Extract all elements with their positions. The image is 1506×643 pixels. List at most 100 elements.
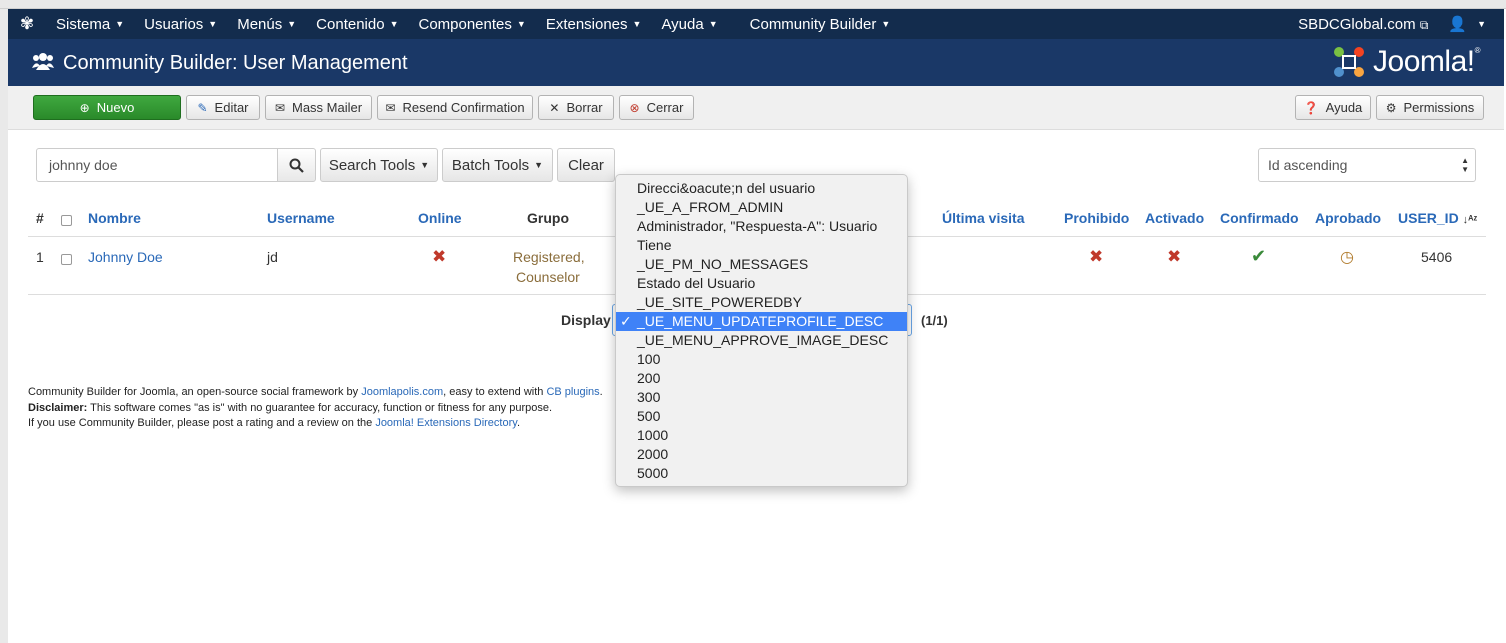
resend-confirmation-button[interactable]: ✉ Resend Confirmation [377,95,533,120]
nav-label: Menús [237,15,283,33]
banned-x-icon[interactable]: ✖ [1089,247,1103,267]
page-count: (1/1) [921,313,948,328]
confirmed-check-icon[interactable]: ✔ [1251,246,1266,267]
dropdown-option[interactable]: Tiene [616,236,907,255]
permissions-button[interactable]: ⚙ Permissions [1376,95,1484,120]
user-id-label: USER_ID [1398,210,1459,226]
nav-menus[interactable]: Menús ▼ [227,16,306,33]
close-button[interactable]: ⊗ Cerrar [619,95,694,120]
user-name-link[interactable]: Johnny Doe [88,249,163,265]
nav-usuarios[interactable]: Usuarios ▼ [134,16,227,33]
option-label: 2000 [637,446,669,462]
dropdown-option[interactable]: 100 [616,350,907,369]
extensions-directory-link[interactable]: Joomla! Extensions Directory [375,417,517,429]
new-button[interactable]: ⊕ Nuevo [33,95,181,120]
clear-button[interactable]: Clear [557,148,615,182]
checkmark-icon: ✓ [620,313,632,329]
edit-button[interactable]: ✎ Editar [186,95,260,120]
select-all-checkbox[interactable] [61,215,72,226]
left-window-edge [0,9,8,643]
nav-community-builder[interactable]: Community Builder ▼ [740,16,901,33]
option-label: Direcci&oacute;n del usuario [637,180,816,196]
browser-top-strip [0,0,1506,9]
search-button[interactable] [277,148,316,182]
help-button[interactable]: ❓ Ayuda [1295,95,1371,120]
option-label: 500 [637,408,661,424]
username-cell: jd [267,249,278,265]
nav-label: Ayuda [661,15,704,33]
footer-text: This software comes "as is" with no guar… [87,401,553,414]
row-num: 1 [36,249,44,265]
header-name[interactable]: Nombre [88,210,141,226]
disclaimer-label: Disclaimer: [28,401,88,414]
header-approved[interactable]: Aprobado [1315,210,1381,226]
edit-label: Editar [214,100,249,115]
caret-down-icon: ▼ [534,160,544,170]
header-activated[interactable]: Activado [1145,210,1204,226]
nav-sistema[interactable]: Sistema ▼ [46,16,134,33]
dropdown-option[interactable]: Administrador, "Respuesta-A": Usuario [616,217,907,236]
close-label: Cerrar [646,100,684,115]
nav-label: Componentes [418,15,512,33]
delete-button[interactable]: ✕ Borrar [538,95,614,120]
dropdown-option[interactable]: 5000 [616,464,907,483]
search-input[interactable]: johnny doe [36,148,278,182]
external-link-icon: ⧉ [1419,17,1429,32]
mass-mailer-button[interactable]: ✉ Mass Mailer [265,95,372,120]
dropdown-option[interactable]: _UE_PM_NO_MESSAGES [616,255,907,274]
dropdown-option[interactable]: 200 [616,369,907,388]
dropdown-option[interactable]: 1000 [616,426,907,445]
dropdown-option[interactable]: ✓ _UE_MENU_UPDATEPROFILE_DESC [616,312,907,331]
nav-ayuda[interactable]: Ayuda ▼ [651,16,727,33]
site-link[interactable]: SBDCGlobal.com ⧉ [1288,16,1438,33]
joomlapolis-link[interactable]: Joomlapolis.com [361,386,443,398]
caret-down-icon: ▼ [881,18,891,29]
search-tools-button[interactable]: Search Tools ▼ [320,148,438,182]
nav-label: Usuarios [144,15,204,33]
batch-tools-button[interactable]: Batch Tools ▼ [442,148,553,182]
delete-label: Borrar [566,100,603,115]
dropdown-option[interactable]: _UE_A_FROM_ADMIN [616,198,907,217]
footer-line-2: Disclaimer: This software comes "as is" … [28,401,603,417]
dropdown-option[interactable]: 300 [616,388,907,407]
dropdown-option[interactable]: _UE_SITE_POWEREDBY [616,293,907,312]
dropdown-option[interactable]: Estado del Usuario [616,274,907,293]
header-banned[interactable]: Prohibido [1064,210,1129,226]
footer-text: . [599,386,603,398]
search-icon [289,158,304,173]
dropdown-option[interactable]: _UE_MENU_APPROVE_IMAGE_DESC [616,331,907,350]
nav-extensiones[interactable]: Extensiones ▼ [536,16,652,33]
joomla-logo: Joomla!® [1331,44,1481,80]
joomla-logo-icon [1334,47,1365,77]
row-checkbox[interactable] [61,254,72,265]
joomla-menu-icon[interactable]: ✾ [8,14,46,34]
cb-plugins-link[interactable]: CB plugins [546,386,599,398]
nav-label: Extensiones [545,15,628,33]
permissions-label: Permissions [1403,100,1475,115]
option-label: 1000 [637,427,669,443]
user-menu[interactable]: 👤 ▼ [1438,15,1496,33]
dropdown-option[interactable]: 2000 [616,445,907,464]
header-username[interactable]: Username [267,210,335,226]
header-online[interactable]: Online [418,210,462,226]
header-confirmed[interactable]: Confirmado [1220,210,1299,226]
sort-order-select[interactable]: Id ascending ▲ ▼ [1258,148,1476,182]
clear-label: Clear [568,156,604,174]
resend-label: Resend Confirmation [402,100,525,115]
header-last-visit[interactable]: Última visita [942,210,1024,226]
option-label: _UE_PM_NO_MESSAGES [637,256,809,272]
option-label: Administrador, "Respuesta-A": Usuario [637,218,878,234]
site-link-label: SBDCGlobal.com [1298,15,1416,33]
edit-icon: ✎ [197,100,208,115]
activated-x-icon[interactable]: ✖ [1167,247,1181,267]
page-header: Community Builder: User Management Jooml… [8,39,1504,86]
dropdown-option[interactable]: Direcci&oacute;n del usuario [616,179,907,198]
option-label: 5000 [637,465,669,481]
nav-contenido[interactable]: Contenido ▼ [306,16,408,33]
nav-componentes[interactable]: Componentes ▼ [408,16,535,33]
header-user-id[interactable]: USER_ID ↓ᴬᶻ [1398,210,1477,226]
nav-label: Sistema [56,15,111,33]
logo-label: Joomla! [1373,45,1475,78]
pending-clock-icon[interactable]: ◷ [1340,247,1354,267]
dropdown-option[interactable]: 500 [616,407,907,426]
